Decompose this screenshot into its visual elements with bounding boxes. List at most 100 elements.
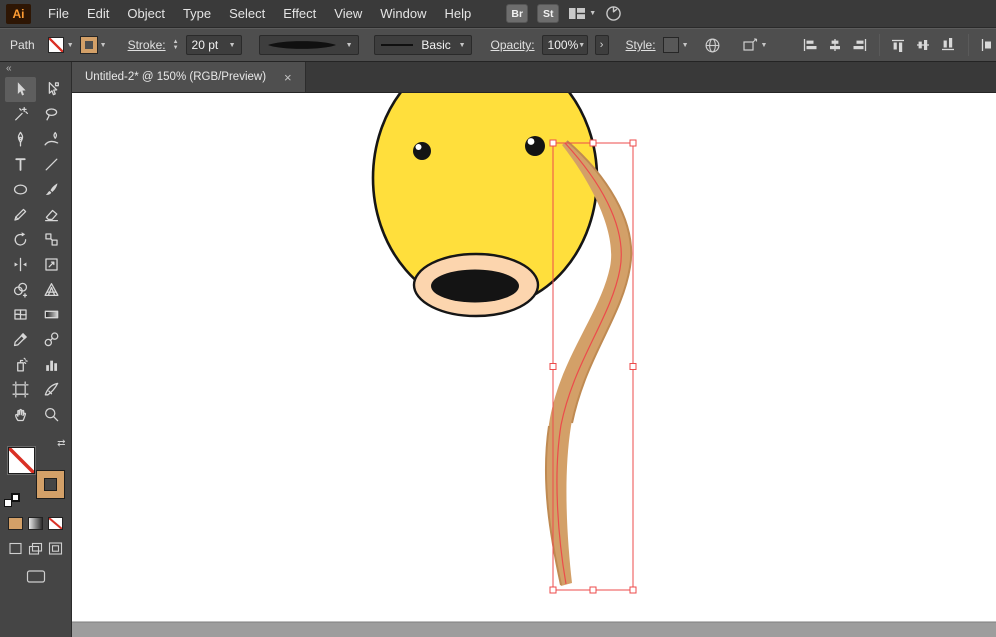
align-right-icon[interactable] [852, 38, 868, 52]
stroke-weight-field[interactable]: 20 pt ▼ [186, 35, 242, 55]
direct-selection-tool-icon [43, 81, 60, 98]
left-eye[interactable] [413, 142, 431, 160]
align-center-horizontal-icon[interactable] [827, 38, 843, 52]
tool-column-graph[interactable] [36, 352, 67, 377]
tool-paintbrush[interactable] [36, 177, 67, 202]
tool-slice[interactable] [36, 377, 67, 402]
graphic-style-dropdown[interactable]: ▼ [663, 37, 689, 53]
stroke-panel-link[interactable]: Stroke: [128, 38, 166, 52]
screen-mode-button[interactable] [26, 569, 46, 589]
canvas-area[interactable] [72, 93, 996, 637]
tool-eraser[interactable] [36, 202, 67, 227]
menu-help[interactable]: Help [435, 0, 480, 28]
align-bottom-icon[interactable] [941, 38, 957, 52]
handle-middle-right[interactable] [630, 364, 636, 370]
tool-zoom[interactable] [36, 402, 67, 427]
stroke-color-dropdown[interactable]: ▼ [81, 37, 107, 53]
tool-pencil[interactable] [5, 202, 36, 227]
stroke-proxy-swatch[interactable] [37, 471, 64, 498]
handle-top-left[interactable] [550, 140, 556, 146]
workspace-switcher[interactable]: ▼ [568, 7, 596, 20]
menu-bar: Ai File Edit Object Type Select Effect V… [0, 0, 996, 28]
menu-object[interactable]: Object [118, 0, 174, 28]
handle-bottom-left[interactable] [550, 587, 556, 593]
tool-hand[interactable] [5, 402, 36, 427]
tool-blend[interactable] [36, 327, 67, 352]
menu-view[interactable]: View [325, 0, 371, 28]
tool-scale[interactable] [36, 227, 67, 252]
close-tab-icon[interactable]: × [284, 70, 292, 85]
opacity-expander-button[interactable]: › [595, 35, 609, 55]
menu-select[interactable]: Select [220, 0, 274, 28]
tool-shape-builder[interactable] [5, 277, 36, 302]
width-profile-value: Basic [421, 38, 450, 52]
tool-gradient[interactable] [36, 302, 67, 327]
tool-symbol-sprayer[interactable] [5, 352, 36, 377]
tool-eyedropper[interactable] [5, 327, 36, 352]
artboard-canvas[interactable] [72, 93, 996, 637]
fill-color-dropdown[interactable]: ▼ [48, 37, 74, 53]
chevron-down-icon: ▼ [589, 10, 596, 17]
document-tab[interactable]: Untitled-2* @ 150% (RGB/Preview) × [72, 62, 306, 92]
menu-effect[interactable]: Effect [274, 0, 325, 28]
draw-behind-icon[interactable] [28, 542, 43, 555]
tool-artboard[interactable] [5, 377, 36, 402]
align-top-icon[interactable] [891, 38, 907, 52]
tool-perspective-grid[interactable] [36, 277, 67, 302]
stroke-weight-stepper[interactable]: ▲▼ [173, 39, 179, 51]
handle-bottom-center[interactable] [590, 587, 596, 593]
type-tool-icon [12, 156, 29, 173]
none-button[interactable] [48, 517, 63, 530]
stock-button[interactable]: St [537, 4, 559, 23]
color-button[interactable] [8, 517, 23, 530]
align-left-icon[interactable] [802, 38, 818, 52]
chevron-down-icon: ▼ [100, 42, 107, 49]
tool-magic-wand[interactable] [5, 102, 36, 127]
swap-fill-stroke-icon[interactable]: ⇄ [57, 439, 65, 449]
distribute-icon[interactable] [980, 38, 996, 52]
right-eye[interactable] [525, 136, 545, 156]
menu-window[interactable]: Window [371, 0, 435, 28]
tool-type[interactable] [5, 152, 36, 177]
align-center-vertical-icon[interactable] [916, 38, 932, 52]
fill-proxy-swatch-none[interactable] [8, 447, 35, 474]
tool-lasso[interactable] [36, 102, 67, 127]
default-fill-stroke-icon[interactable] [4, 493, 20, 507]
tool-curvature[interactable] [36, 127, 67, 152]
handle-top-center[interactable] [590, 140, 596, 146]
tool-mesh[interactable] [5, 302, 36, 327]
brush-definition-dropdown[interactable]: ▼ [259, 35, 359, 55]
sync-status-icon[interactable] [605, 5, 622, 22]
tool-free-transform[interactable] [36, 252, 67, 277]
document-setup-globe-icon[interactable] [704, 37, 721, 54]
tool-ellipse[interactable] [5, 177, 36, 202]
gradient-button[interactable] [28, 517, 43, 530]
draw-normal-icon[interactable] [8, 542, 23, 555]
style-panel-link[interactable]: Style: [626, 38, 656, 52]
menu-file[interactable]: File [39, 0, 78, 28]
opacity-field[interactable]: 100% ▼ [542, 35, 588, 55]
tool-selection[interactable] [5, 77, 36, 102]
tool-pen[interactable] [5, 127, 36, 152]
width-profile-dropdown[interactable]: Basic ▼ [374, 35, 472, 55]
left-eye-highlight [416, 144, 422, 150]
menu-type[interactable]: Type [174, 0, 220, 28]
creature-head-group[interactable] [373, 93, 597, 316]
tool-line-segment[interactable] [36, 152, 67, 177]
gradient-tool-icon [43, 306, 60, 323]
workspace-icon [568, 7, 586, 20]
tool-width[interactable] [5, 252, 36, 277]
handle-bottom-right[interactable] [630, 587, 636, 593]
pasteboard [72, 622, 996, 637]
tool-rotate[interactable] [5, 227, 36, 252]
bridge-button[interactable]: Br [506, 4, 528, 23]
draw-inside-icon[interactable] [48, 542, 63, 555]
menu-edit[interactable]: Edit [78, 0, 118, 28]
tools-panel-collapse[interactable]: « [0, 62, 71, 77]
opacity-panel-link[interactable]: Opacity: [491, 38, 535, 52]
align-vertical-group [891, 38, 957, 52]
transform-panel-dropdown[interactable]: ▼ [742, 38, 768, 52]
tool-direct-selection[interactable] [36, 77, 67, 102]
handle-top-right[interactable] [630, 140, 636, 146]
handle-middle-left[interactable] [550, 364, 556, 370]
